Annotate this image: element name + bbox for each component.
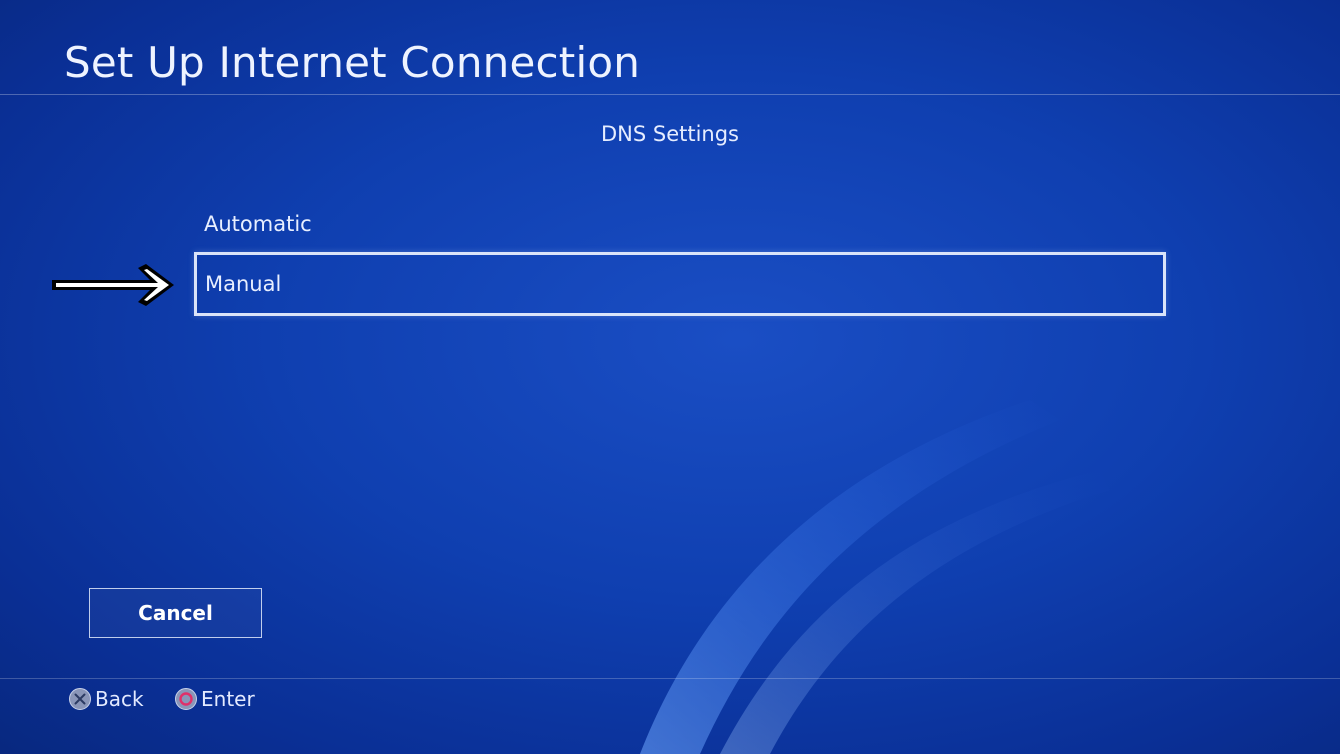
footer-hint-enter[interactable]: Enter [174, 684, 255, 714]
header-divider [0, 94, 1340, 95]
footer-hint-back[interactable]: Back [68, 684, 144, 714]
section-subtitle: DNS Settings [600, 122, 740, 146]
footer-divider [0, 678, 1340, 679]
menu-item-automatic[interactable]: Automatic [194, 192, 1166, 256]
cross-button-icon [69, 688, 91, 710]
menu-item-manual[interactable]: Manual [194, 252, 1166, 316]
footer-hint-enter-label: Enter [201, 687, 255, 711]
page-title: Set Up Internet Connection [64, 38, 641, 87]
footer-hint-back-label: Back [95, 687, 144, 711]
cancel-button[interactable]: Cancel [89, 588, 262, 638]
circle-button-icon [175, 688, 197, 710]
menu-item-label: Manual [205, 272, 282, 296]
background-swirl [640, 400, 1110, 754]
arrow-right-icon [52, 264, 174, 306]
menu-item-label: Automatic [204, 212, 312, 236]
